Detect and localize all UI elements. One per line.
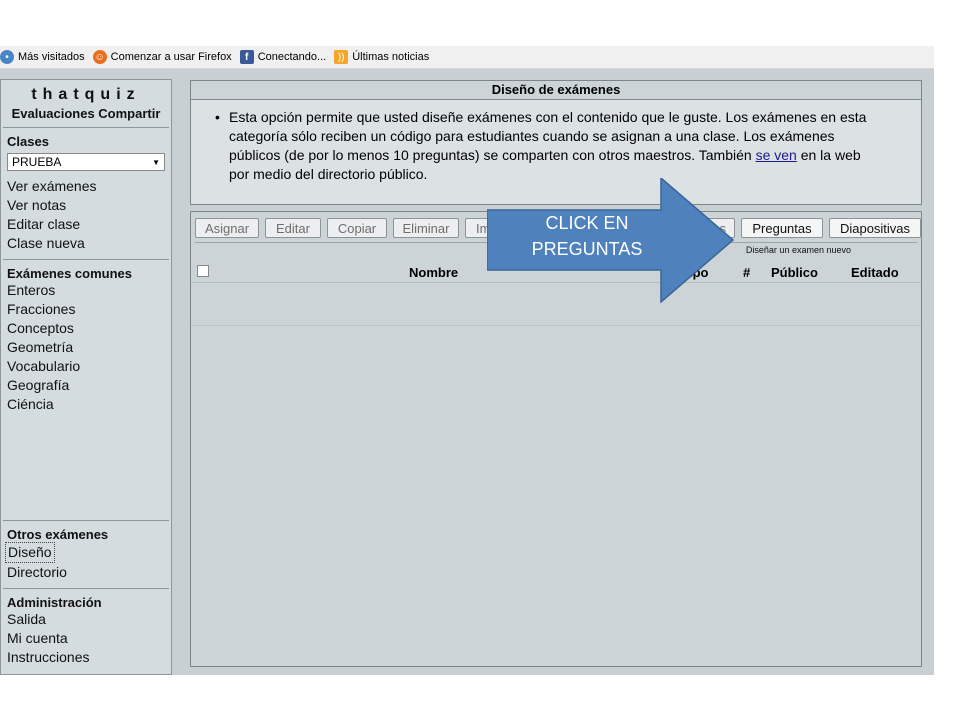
bookmark-label: Comenzar a usar Firefox [110,51,232,63]
slides-button[interactable]: Diapositivas [829,218,921,238]
other-exams-title: Otros exámenes [7,527,109,542]
sidebar-item-fracciones[interactable]: Fracciones [1,300,171,319]
column-editado[interactable]: Editado [851,265,899,280]
sidebar-item-clase-nueva[interactable]: Clase nueva [1,234,171,253]
sidebar-item-editar-clase[interactable]: Editar clase [1,215,171,234]
bullet-icon: • [215,109,220,125]
divider [3,520,169,521]
sidebar: thatquiz Evaluaciones Compartir Clases P… [0,79,172,675]
sidebar-bottom-group: Otros exámenes Diseño Directorio Adminis… [1,514,171,667]
admin-title: Administración [7,595,102,610]
sidebar-item-ver-examenes[interactable]: Ver exámenes [1,177,171,196]
sidebar-item-ciencia[interactable]: Ciéncia [1,395,171,414]
facebook-icon: f [239,50,254,64]
sidebar-item-mi-cuenta[interactable]: Mi cuenta [1,629,171,648]
column-count[interactable]: # [743,265,750,280]
bookmark-mas-visitados[interactable]: • Más visitados [0,50,85,64]
tagline: Evaluaciones Compartir [11,106,161,121]
bookmarks-toolbar: • Más visitados ☺ Comenzar a usar Firefo… [0,46,934,69]
firefox-icon: ☺ [92,50,107,64]
sidebar-item-ver-notas[interactable]: Ver notas [1,196,171,215]
logo[interactable]: thatquiz [1,86,171,104]
common-exams-title: Exámenes comunes [7,266,133,281]
edit-button[interactable]: Editar [265,218,321,238]
callout-line-1: CLICK EN [545,213,629,233]
empty-table-row [191,325,921,326]
bookmark-comenzar-firefox[interactable]: ☺ Comenzar a usar Firefox [92,50,232,64]
column-nombre[interactable]: Nombre [409,265,458,280]
bookmark-conectando[interactable]: f Conectando... [239,50,327,64]
rss-icon: )) [334,50,349,64]
class-select-value: PRUEBA [12,155,62,169]
sidebar-item-conceptos[interactable]: Conceptos [1,319,171,338]
bookmark-label: Conectando... [257,51,327,63]
select-all-checkbox[interactable] [197,265,209,277]
panel-title: Diseño de exámenes [191,81,921,100]
bookmark-label: Últimas noticias [352,51,430,63]
thatquiz-app: thatquiz Evaluaciones Compartir Clases P… [0,69,934,675]
sidebar-item-directorio[interactable]: Directorio [1,563,171,582]
divider [3,259,169,260]
callout-text: CLICK EN PREGUNTAS [487,210,687,262]
sidebar-item-salida[interactable]: Salida [1,610,171,629]
column-publico[interactable]: Público [771,265,818,280]
callout-line-2: PREGUNTAS [531,239,643,259]
new-exam-hint: Diseñar un examen nuevo [745,245,851,255]
panel-description: • Esta opción permite que usted diseñe e… [191,100,921,184]
sidebar-item-vocabulario[interactable]: Vocabulario [1,357,171,376]
classes-title: Clases [7,134,49,149]
sidebar-item-enteros[interactable]: Enteros [1,281,171,300]
bookmark-label: Más visitados [18,51,85,63]
assign-button[interactable]: Asignar [195,218,259,238]
questions-button[interactable]: Preguntas [741,218,823,238]
sidebar-item-geografia[interactable]: Geografía [1,376,171,395]
bookmark-ultimas-noticias[interactable]: )) Últimas noticias [334,50,429,64]
class-select[interactable]: PRUEBA ▼ [7,153,165,171]
divider [3,588,169,589]
sidebar-item-geometria[interactable]: Geometría [1,338,171,357]
sidebar-item-instrucciones[interactable]: Instrucciones [1,648,171,667]
copy-button[interactable]: Copiar [327,218,387,238]
divider [3,127,169,128]
chevron-down-icon: ▼ [152,157,160,167]
callout-arrow: CLICK EN PREGUNTAS [486,176,735,304]
globe-icon: • [0,50,14,64]
directory-link[interactable]: se ven [756,147,797,163]
sidebar-item-diseno[interactable]: Diseño [5,542,55,563]
delete-button[interactable]: Eliminar [393,218,459,238]
